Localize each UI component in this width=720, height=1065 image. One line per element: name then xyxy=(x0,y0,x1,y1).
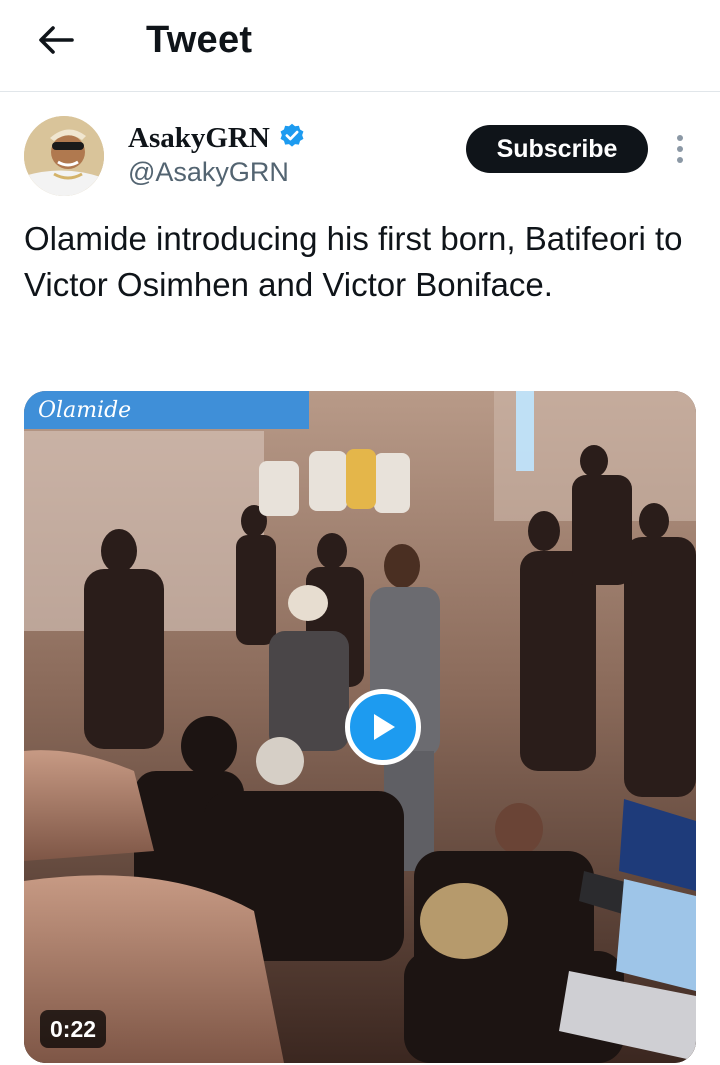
arrow-left-icon xyxy=(39,26,74,54)
author-handle[interactable]: @AsakyGRN xyxy=(128,156,289,188)
verified-badge-icon xyxy=(280,123,304,147)
play-icon xyxy=(374,714,395,740)
video-duration: 0:22 xyxy=(40,1010,107,1048)
page-title: Tweet xyxy=(146,19,253,61)
author-name[interactable]: AsakyGRN xyxy=(128,122,270,154)
avatar[interactable] xyxy=(24,116,104,196)
avatar-picture xyxy=(24,116,104,196)
top-bar: Tweet xyxy=(0,0,720,92)
more-vertical-icon[interactable] xyxy=(670,130,690,170)
tweet-text: Olamide introducing his first born, Bati… xyxy=(24,220,683,303)
video-player[interactable]: Olamide 0:22 xyxy=(24,391,696,1063)
banner-text: Olamide xyxy=(38,398,131,423)
back-button[interactable] xyxy=(34,18,78,62)
subscribe-button[interactable]: Subscribe xyxy=(466,125,648,173)
play-button[interactable] xyxy=(345,689,421,765)
